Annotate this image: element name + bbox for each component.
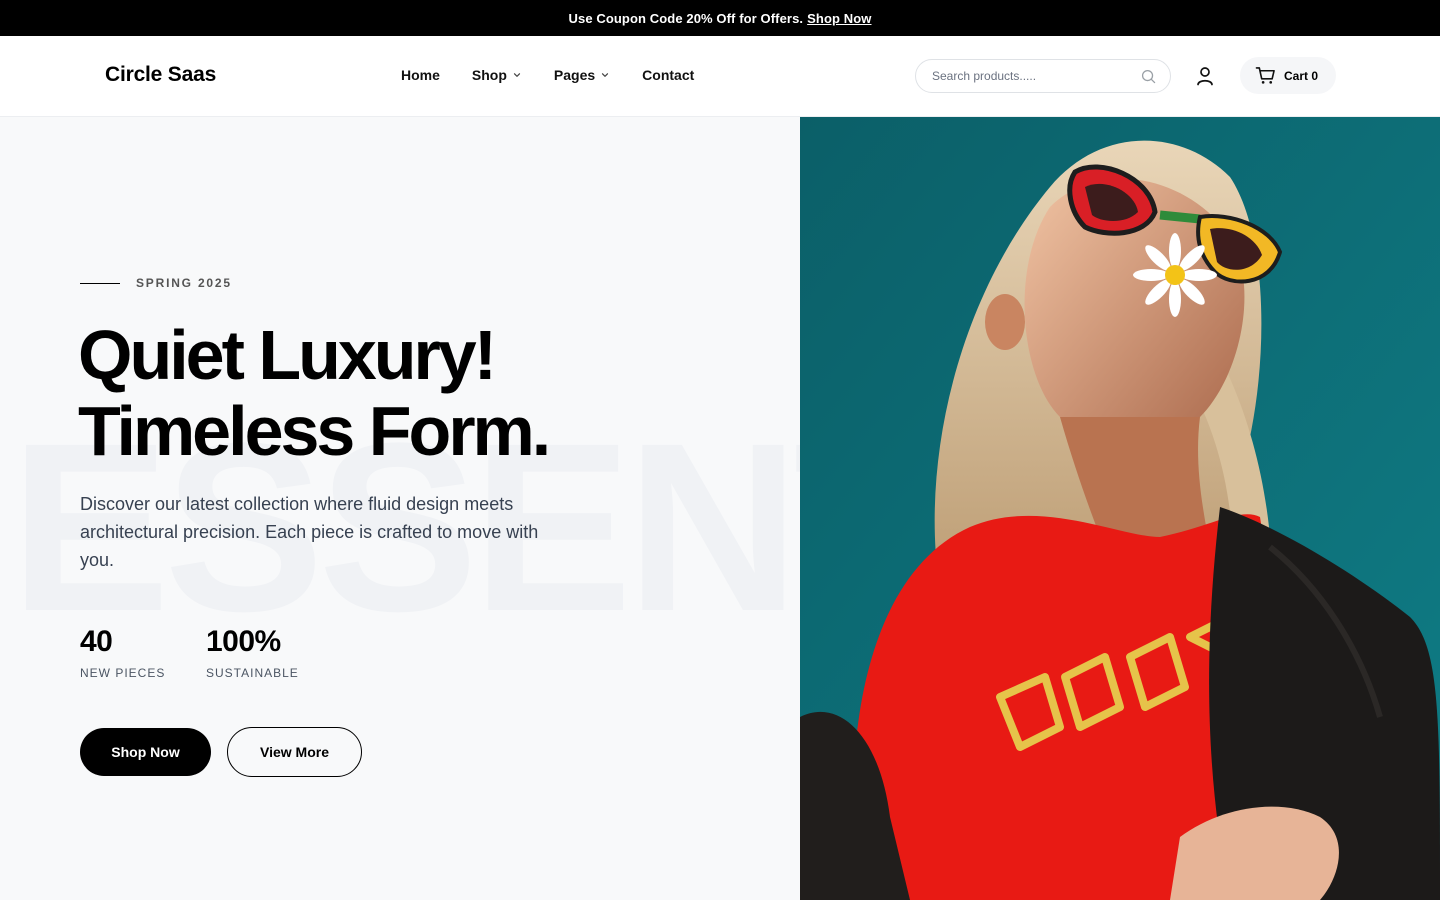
stat-new-pieces: 40 NEW PIECES	[80, 624, 165, 680]
hero-image	[800, 117, 1440, 900]
nav-item-home[interactable]: Home	[401, 67, 440, 83]
search-icon[interactable]	[1141, 69, 1156, 84]
site-header: Circle Saas Home Shop Pages Contact Sear…	[0, 36, 1440, 117]
announcement-shop-now-link[interactable]: Shop Now	[807, 11, 871, 26]
search-box[interactable]	[915, 59, 1171, 93]
logo[interactable]: Circle Saas	[105, 63, 216, 87]
cart-icon	[1255, 67, 1275, 84]
announcement-bar: Use Coupon Code 20% Off for Offers. Shop…	[0, 0, 1440, 36]
stat-label: NEW PIECES	[80, 666, 166, 680]
headline-line-2: Timeless Form.	[78, 392, 551, 470]
nav-item-shop[interactable]: Shop	[472, 67, 522, 83]
view-more-button[interactable]: View More	[227, 727, 362, 777]
hero-content: ESSENT SPRING 2025 Quiet Luxury! Timeles…	[0, 117, 800, 900]
nav-item-pages[interactable]: Pages	[554, 67, 610, 83]
nav-item-label: Shop	[471, 67, 507, 83]
headline-line-1: Quiet Luxury!	[78, 316, 497, 394]
nav-item-label: Home	[401, 67, 440, 83]
nav-item-label: Contact	[642, 67, 695, 83]
nav-item-contact[interactable]: Contact	[642, 67, 694, 83]
hero-photo-illustration	[800, 117, 1440, 900]
hero-eyebrow: SPRING 2025	[80, 276, 232, 290]
cart-button[interactable]: Cart 0	[1240, 57, 1336, 94]
chevron-down-icon	[513, 73, 521, 77]
stat-sustainable: 100% SUSTAINABLE	[206, 624, 299, 680]
eyebrow-text: SPRING 2025	[136, 276, 232, 290]
search-input[interactable]	[932, 69, 1141, 83]
nav-item-label: Pages	[553, 67, 596, 83]
stat-label: SUSTAINABLE	[206, 666, 299, 680]
eyebrow-divider	[80, 282, 120, 284]
chevron-down-icon	[602, 73, 609, 77]
hero-description: Discover our latest collection where flu…	[80, 494, 539, 570]
announcement-text: Use Coupon Code 20% Off for Offers.	[568, 10, 804, 26]
hero-headline: Quiet Luxury! Timeless Form.	[78, 316, 551, 470]
shop-now-button[interactable]: Shop Now	[80, 728, 211, 776]
main-nav: Home Shop Pages Contact	[401, 67, 726, 83]
cart-label: Cart 0	[1284, 68, 1319, 83]
user-icon[interactable]	[1194, 65, 1216, 87]
stat-value: 100%	[206, 625, 281, 658]
stat-value: 40	[80, 625, 113, 658]
